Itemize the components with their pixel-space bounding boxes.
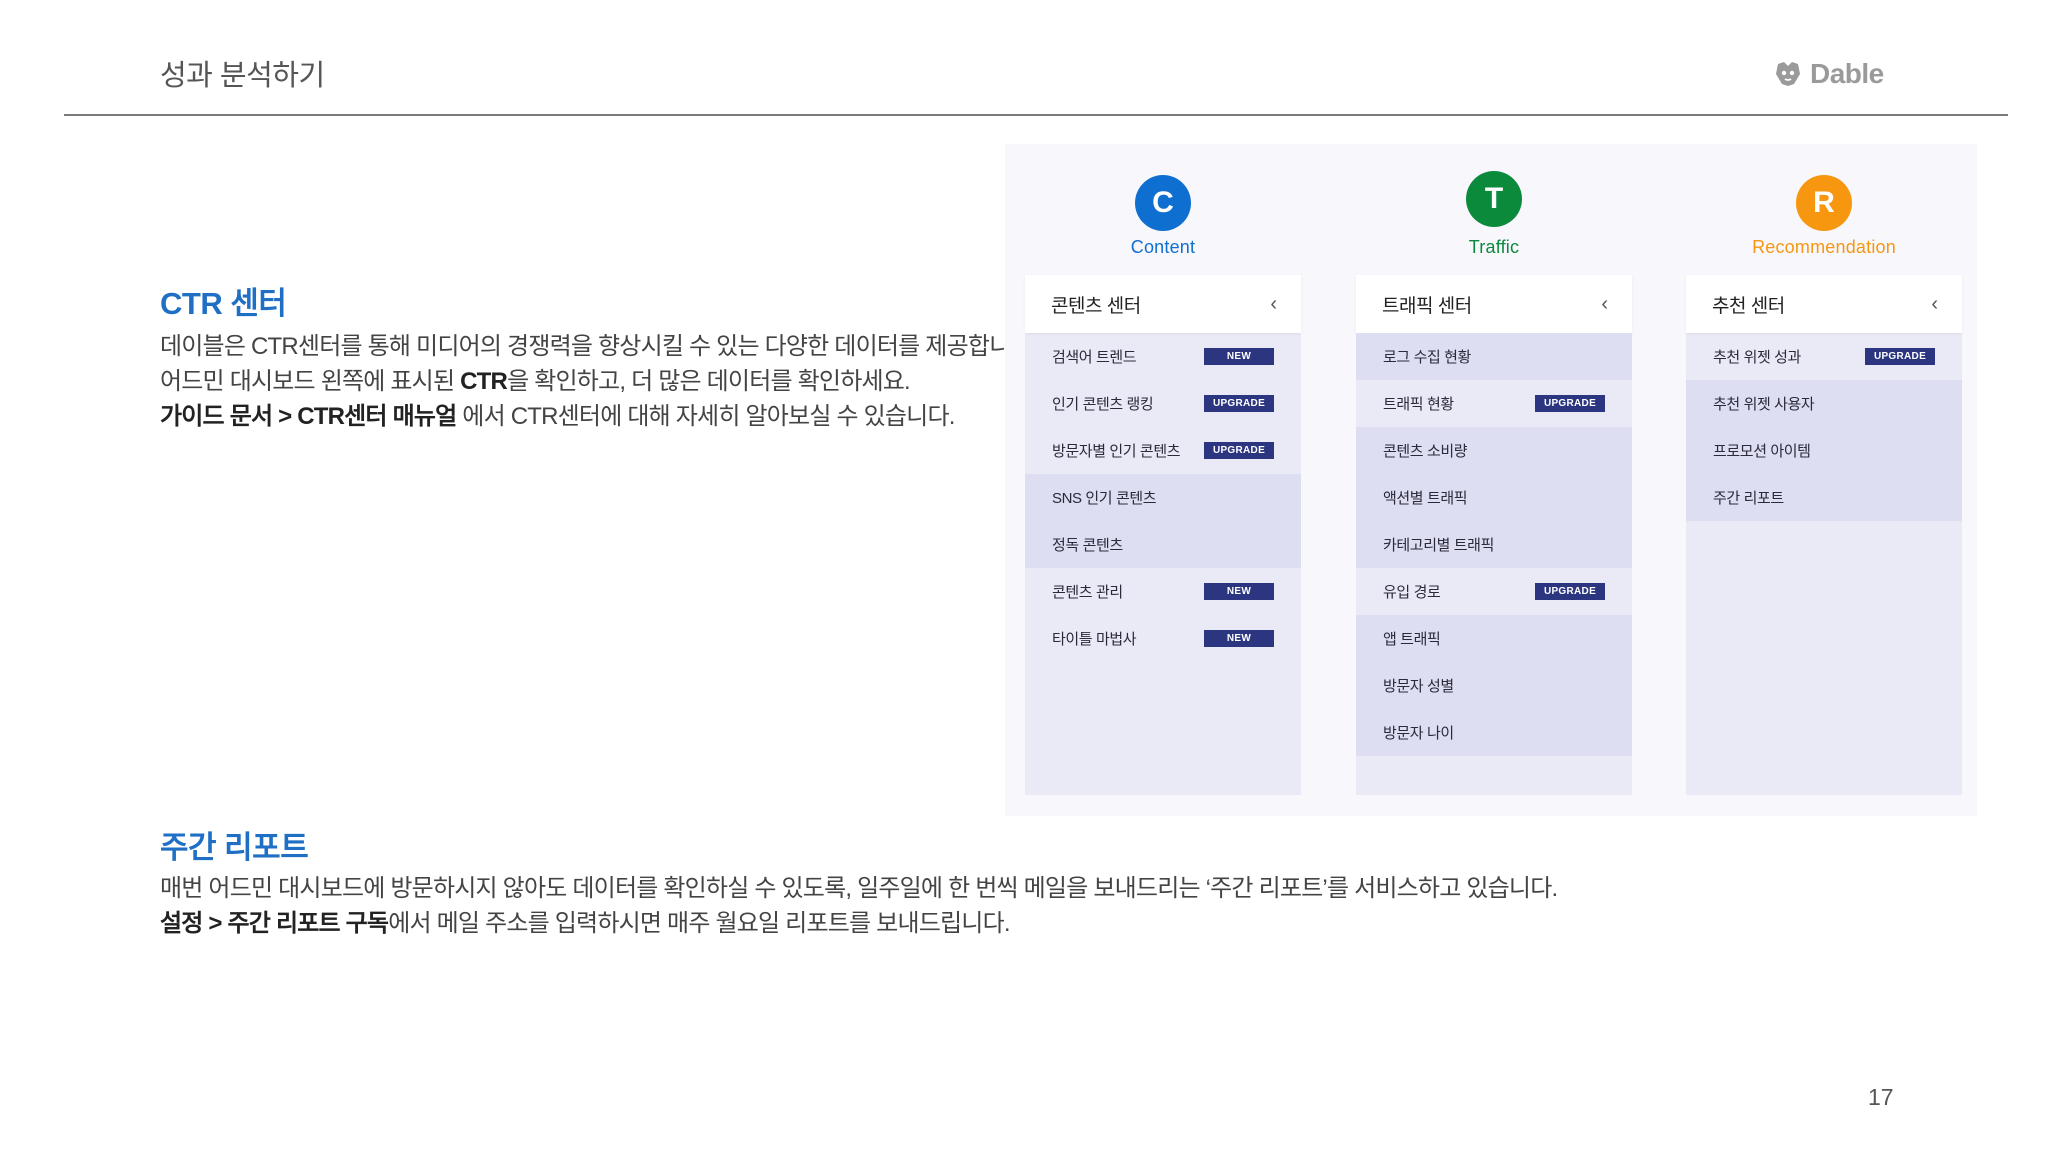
menu-item-label: SNS 인기 콘텐츠 <box>1052 490 1157 507</box>
menu-item-label: 카테고리별 트래픽 <box>1383 537 1494 554</box>
menu-item-app-traffic[interactable]: 앱 트래픽 <box>1356 615 1632 662</box>
menu-item-label: 방문자별 인기 콘텐츠 <box>1052 443 1181 460</box>
traffic-circle-icon: T <box>1466 171 1522 227</box>
ctr-section: CTR 센터 데이블은 CTR센터를 통해 미디어의 경쟁력을 향상시킬 수 있… <box>160 278 1038 434</box>
menu-item-traffic-status[interactable]: 트래픽 현황 UPGRADE <box>1356 380 1632 427</box>
menu-item-visitor-age[interactable]: 방문자 나이 <box>1356 709 1632 756</box>
menu-item-label: 방문자 나이 <box>1383 725 1454 742</box>
new-badge: NEW <box>1204 348 1274 365</box>
ctr-guide-path: 가이드 문서 > CTR센터 매뉴얼 <box>160 403 457 430</box>
upgrade-badge: UPGRADE <box>1535 583 1605 600</box>
menu-item-label: 콘텐츠 소비량 <box>1383 443 1468 460</box>
upgrade-badge: UPGRADE <box>1865 348 1935 365</box>
traffic-center-header[interactable]: 트래픽 센터 ‹ <box>1356 275 1632 333</box>
upgrade-badge: UPGRADE <box>1204 442 1274 459</box>
recommendation-label: Recommendation <box>1752 237 1896 257</box>
menu-item-label: 추천 위젯 사용자 <box>1713 396 1815 413</box>
content-column: C Content 콘텐츠 센터 ‹ 검색어 트렌드 NEW 인기 콘텐츠 랭킹 U… <box>1025 144 1301 816</box>
ctr-line-2-post: 을 확인하고, 더 많은 데이터를 확인하세요. <box>507 368 911 395</box>
menu-item-label: 트래픽 현황 <box>1383 396 1454 413</box>
menu-item-label: 주간 리포트 <box>1713 490 1784 507</box>
chevron-left-icon[interactable]: ‹ <box>1931 293 1938 316</box>
new-badge: NEW <box>1204 583 1274 600</box>
menu-item-search-trend[interactable]: 검색어 트렌드 NEW <box>1025 333 1301 380</box>
traffic-center-menu: 트래픽 센터 ‹ 로그 수집 현황 트래픽 현황 UPGRADE 콘텐츠 소비량 … <box>1356 275 1632 795</box>
menu-item-label: 추천 위젯 성과 <box>1713 349 1801 366</box>
menu-item-inflow-path[interactable]: 유입 경로 UPGRADE <box>1356 568 1632 615</box>
dable-logo: Dable <box>1774 56 1884 92</box>
header-divider <box>64 114 2008 116</box>
weekly-line-1: 매번 어드민 대시보드에 방문하시지 않아도 데이터를 확인하실 수 있도록, … <box>160 875 1558 902</box>
menu-item-title-wizard[interactable]: 타이틀 마법사 NEW <box>1025 615 1301 662</box>
menu-item-label: 검색어 트렌드 <box>1052 349 1137 366</box>
content-center-header[interactable]: 콘텐츠 센터 ‹ <box>1025 275 1301 333</box>
traffic-center-title: 트래픽 센터 <box>1382 295 1472 317</box>
page-number: 17 <box>1868 1084 1894 1110</box>
ctr-section-body: 데이블은 CTR센터를 통해 미디어의 경쟁력을 향상시킬 수 있는 다양한 데… <box>160 329 1038 434</box>
content-center-title: 콘텐츠 센터 <box>1051 295 1141 317</box>
menu-item-label: 콘텐츠 관리 <box>1052 584 1123 601</box>
recommendation-circle-icon: R <box>1796 175 1852 231</box>
menu-item-content-management[interactable]: 콘텐츠 관리 NEW <box>1025 568 1301 615</box>
upgrade-badge: UPGRADE <box>1204 395 1274 412</box>
menu-item-content-consumption[interactable]: 콘텐츠 소비량 <box>1356 427 1632 474</box>
menu-item-weekly-report[interactable]: 주간 리포트 <box>1686 474 1962 521</box>
dable-logo-icon <box>1776 62 1800 86</box>
menu-item-label: 앱 트래픽 <box>1383 631 1441 648</box>
weekly-line-2: 설정 > 주간 리포트 구독에서 메일 주소를 입력하시면 매주 월요일 리포트… <box>160 906 1557 941</box>
menu-item-action-traffic[interactable]: 액션별 트래픽 <box>1356 474 1632 521</box>
weekly-report-body: 매번 어드민 대시보드에 방문하시지 않아도 데이터를 확인하실 수 있도록, … <box>160 871 1558 941</box>
page-title: 성과 분석하기 <box>160 60 325 92</box>
menu-item-widget-users[interactable]: 추천 위젯 사용자 <box>1686 380 1962 427</box>
ctr-line-2-pre: 어드민 대시보드 왼쪽에 표시된 <box>160 368 461 395</box>
new-badge: NEW <box>1204 630 1274 647</box>
weekly-report-title: 주간 리포트 <box>160 830 309 865</box>
menu-item-popular-content-ranking[interactable]: 인기 콘텐츠 랭킹 UPGRADE <box>1025 380 1301 427</box>
ctr-line-1: 데이블은 CTR센터를 통해 미디어의 경쟁력을 향상시킬 수 있는 다양한 데… <box>160 333 1038 360</box>
dable-logo-text: Dable <box>1810 58 1884 89</box>
traffic-column: T Traffic 트래픽 센터 ‹ 로그 수집 현황 트래픽 현황 UPGRAD… <box>1356 144 1632 816</box>
ctr-line-3: 가이드 문서 > CTR센터 매뉴얼 에서 CTR센터에 대해 자세히 알아보실… <box>160 399 1038 434</box>
ctr-menu-panel: C Content 콘텐츠 센터 ‹ 검색어 트렌드 NEW 인기 콘텐츠 랭킹 U… <box>1005 144 1977 816</box>
recommendation-center-title: 추천 센터 <box>1712 295 1785 317</box>
chevron-left-icon[interactable]: ‹ <box>1270 293 1277 316</box>
recommendation-center-header[interactable]: 추천 센터 ‹ <box>1686 275 1962 333</box>
menu-item-sns-popular-content[interactable]: SNS 인기 콘텐츠 <box>1025 474 1301 521</box>
menu-item-category-traffic[interactable]: 카테고리별 트래픽 <box>1356 521 1632 568</box>
menu-item-label: 타이틀 마법사 <box>1052 631 1137 648</box>
menu-item-label: 정독 콘텐츠 <box>1052 537 1123 554</box>
content-circle-icon: C <box>1135 175 1191 231</box>
menu-item-promotion-items[interactable]: 프로모션 아이템 <box>1686 427 1962 474</box>
menu-item-log-collection[interactable]: 로그 수집 현황 <box>1356 333 1632 380</box>
weekly-settings-path: 설정 > 주간 리포트 구독 <box>160 910 389 937</box>
menu-item-label: 액션별 트래픽 <box>1383 490 1468 507</box>
menu-item-label: 인기 콘텐츠 랭킹 <box>1052 396 1154 413</box>
ctr-line-2-bold: CTR <box>460 368 508 395</box>
menu-item-label: 로그 수집 현황 <box>1383 349 1471 366</box>
menu-item-label: 유입 경로 <box>1383 584 1441 601</box>
upgrade-badge: UPGRADE <box>1535 395 1605 412</box>
menu-item-widget-performance[interactable]: 추천 위젯 성과 UPGRADE <box>1686 333 1962 380</box>
traffic-label: Traffic <box>1468 237 1520 257</box>
ctr-section-title: CTR 센터 <box>160 286 287 321</box>
recommendation-center-menu: 추천 센터 ‹ 추천 위젯 성과 UPGRADE 추천 위젯 사용자 프로모션 아… <box>1686 275 1962 795</box>
chevron-left-icon[interactable]: ‹ <box>1601 293 1608 316</box>
weekly-report-section: 주간 리포트 매번 어드민 대시보드에 방문하시지 않아도 데이터를 확인하실 … <box>160 822 1558 941</box>
ctr-line-3-post: 에서 CTR센터에 대해 자세히 알아보실 수 있습니다. <box>456 403 955 430</box>
menu-item-label: 방문자 성별 <box>1383 678 1454 695</box>
menu-item-label: 프로모션 아이템 <box>1713 443 1811 460</box>
content-label: Content <box>1130 237 1196 257</box>
ctr-line-2: 어드민 대시보드 왼쪽에 표시된 CTR을 확인하고, 더 많은 데이터를 확인… <box>160 364 1038 399</box>
recommendation-column: R Recommendation 추천 센터 ‹ 추천 위젯 성과 UPGRADE… <box>1686 144 1962 816</box>
menu-item-visitor-gender[interactable]: 방문자 성별 <box>1356 662 1632 709</box>
content-center-menu: 콘텐츠 센터 ‹ 검색어 트렌드 NEW 인기 콘텐츠 랭킹 UPGRADE 방문자… <box>1025 275 1301 795</box>
weekly-line-2-post: 에서 메일 주소를 입력하시면 매주 월요일 리포트를 보내드립니다. <box>388 910 1010 937</box>
menu-item-visitor-popular-content[interactable]: 방문자별 인기 콘텐츠 UPGRADE <box>1025 427 1301 474</box>
menu-item-read-content[interactable]: 정독 콘텐츠 <box>1025 521 1301 568</box>
